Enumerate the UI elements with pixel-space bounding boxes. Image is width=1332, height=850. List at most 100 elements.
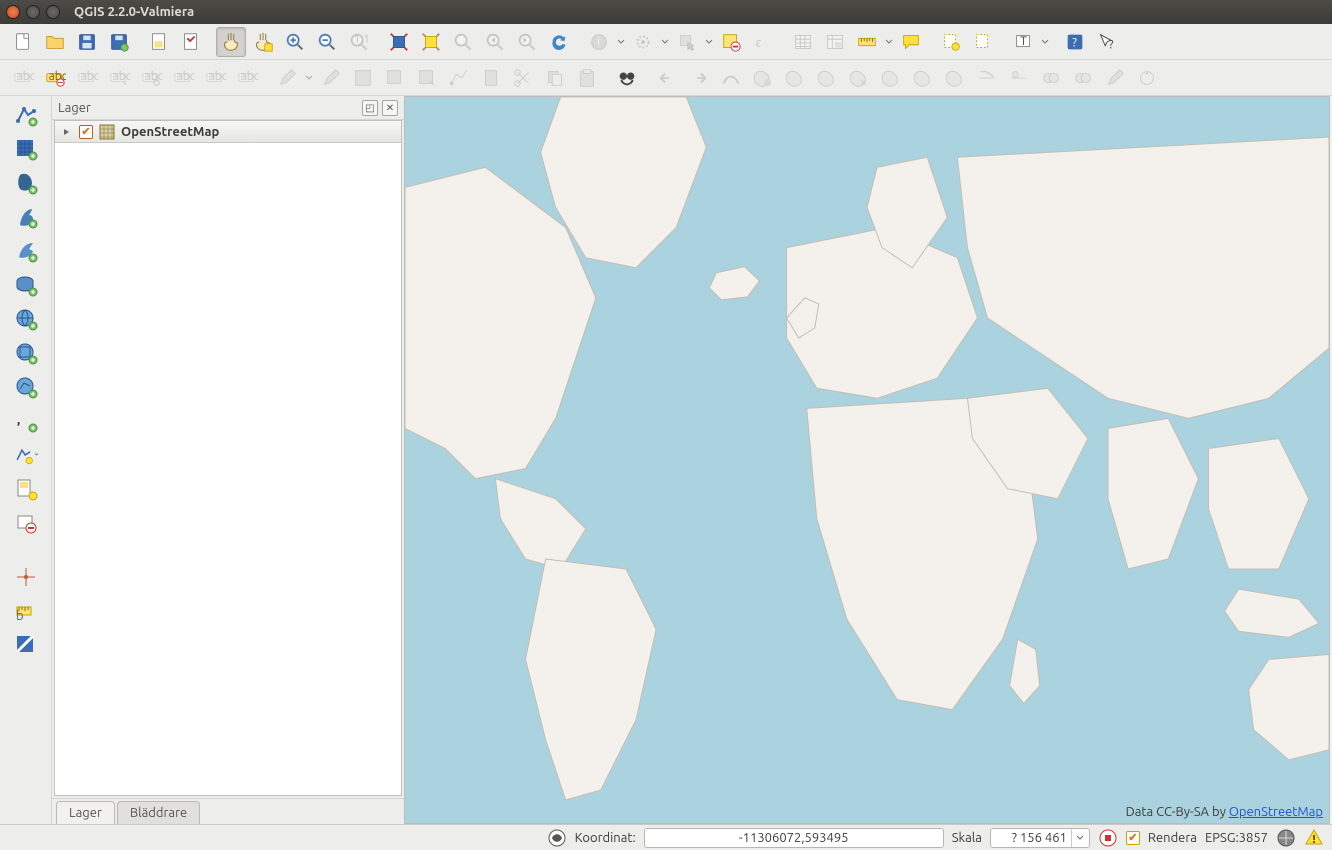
- open-project-button[interactable]: [40, 27, 70, 57]
- toggle-extents-icon[interactable]: [547, 828, 567, 848]
- tab-browser[interactable]: Bläddrare: [117, 801, 200, 824]
- paste-features-button[interactable]: [572, 63, 602, 93]
- text-annotation-button[interactable]: T: [1008, 27, 1038, 57]
- current-edits-dropdown[interactable]: [304, 74, 314, 82]
- osm-download-button[interactable]: [612, 63, 642, 93]
- composer-manager-button[interactable]: [176, 27, 206, 57]
- add-feature-button[interactable]: [380, 63, 410, 93]
- pan-map-button[interactable]: [216, 27, 246, 57]
- zoom-out-button[interactable]: [312, 27, 342, 57]
- raster-calc-button[interactable]: [9, 630, 43, 660]
- measure-dropdown[interactable]: [884, 38, 894, 46]
- layer-expand-toggle[interactable]: [61, 126, 73, 138]
- delete-ring-button[interactable]: [844, 63, 874, 93]
- layer-tree[interactable]: OpenStreetMap: [54, 120, 402, 796]
- refresh-button[interactable]: [544, 27, 574, 57]
- add-oracle-layer-button[interactable]: [9, 270, 43, 300]
- move-label-button[interactable]: abc: [168, 63, 198, 93]
- show-hide-labels-button[interactable]: abc: [136, 63, 166, 93]
- run-feature-action-button[interactable]: [628, 27, 658, 57]
- pin-labels-button[interactable]: abc: [104, 63, 134, 93]
- zoom-last-button[interactable]: [480, 27, 510, 57]
- annotation-dropdown[interactable]: [1040, 38, 1050, 46]
- new-print-composer-button[interactable]: [144, 27, 174, 57]
- delete-selected-button[interactable]: [476, 63, 506, 93]
- coordinate-capture-button[interactable]: b: [9, 596, 43, 626]
- map-tips-button[interactable]: [896, 27, 926, 57]
- change-label-button[interactable]: abc: [232, 63, 262, 93]
- zoom-full-button[interactable]: [384, 27, 414, 57]
- identify-button[interactable]: i: [584, 27, 614, 57]
- window-minimize-button[interactable]: [26, 5, 40, 19]
- coordinate-input[interactable]: [644, 828, 944, 848]
- save-project-button[interactable]: [72, 27, 102, 57]
- labeling-options-button[interactable]: abc: [40, 63, 70, 93]
- add-postgis-layer-button[interactable]: [9, 168, 43, 198]
- scale-dropdown[interactable]: [1071, 829, 1089, 847]
- zoom-next-button[interactable]: [512, 27, 542, 57]
- panel-close-button[interactable]: ✕: [382, 100, 398, 116]
- add-vector-layer-button[interactable]: [9, 100, 43, 130]
- measure-button[interactable]: [852, 27, 882, 57]
- copy-features-button[interactable]: [540, 63, 570, 93]
- layer-labeling-button[interactable]: abc: [8, 63, 38, 93]
- new-project-button[interactable]: [8, 27, 38, 57]
- layer-visibility-checkbox[interactable]: [79, 125, 93, 139]
- save-project-as-button[interactable]: [104, 27, 134, 57]
- tab-layers[interactable]: Lager: [56, 801, 115, 824]
- fill-ring-button[interactable]: [812, 63, 842, 93]
- add-part-button[interactable]: [780, 63, 810, 93]
- field-calculator-button[interactable]: [820, 27, 850, 57]
- feature-action-dropdown[interactable]: [660, 38, 670, 46]
- crs-status-icon[interactable]: [1276, 828, 1296, 848]
- add-mssql-layer-button[interactable]: [9, 236, 43, 266]
- reshape-button[interactable]: [908, 63, 938, 93]
- move-feature-button[interactable]: [412, 63, 442, 93]
- toggle-editing-button[interactable]: [316, 63, 346, 93]
- rotate-label-button[interactable]: abc: [200, 63, 230, 93]
- help-button[interactable]: ?: [1060, 27, 1090, 57]
- zoom-to-selection-button[interactable]: [416, 27, 446, 57]
- panel-undock-button[interactable]: ◰: [362, 100, 378, 116]
- remove-layer-button[interactable]: [9, 508, 43, 538]
- highlight-pinned-labels-button[interactable]: abc: [72, 63, 102, 93]
- simplify-feature-button[interactable]: [716, 63, 746, 93]
- deselect-all-button[interactable]: [716, 27, 746, 57]
- stop-render-button[interactable]: [1098, 828, 1118, 848]
- add-spatialite-layer-button[interactable]: [9, 202, 43, 232]
- rotate-point-symbols-button[interactable]: [1132, 63, 1162, 93]
- current-edits-button[interactable]: [272, 63, 302, 93]
- identify-dropdown[interactable]: [616, 38, 626, 46]
- layer-row[interactable]: OpenStreetMap: [55, 121, 401, 143]
- split-features-button[interactable]: [972, 63, 1002, 93]
- open-attribute-table-button[interactable]: [788, 27, 818, 57]
- save-layer-edits-button[interactable]: [348, 63, 378, 93]
- merge-attributes-button[interactable]: [1068, 63, 1098, 93]
- add-wfs-layer-button[interactable]: [9, 372, 43, 402]
- new-shapefile-layer-button[interactable]: [4, 440, 48, 470]
- add-raster-layer-button[interactable]: [9, 134, 43, 164]
- zoom-native-button[interactable]: 1:1: [344, 27, 374, 57]
- undo-button[interactable]: [652, 63, 682, 93]
- add-wms-layer-button[interactable]: [9, 304, 43, 334]
- offset-curve-button[interactable]: [940, 63, 970, 93]
- attribution-link[interactable]: OpenStreetMap: [1229, 805, 1323, 819]
- merge-features-button[interactable]: [1036, 63, 1066, 93]
- select-button[interactable]: [672, 27, 702, 57]
- cut-features-button[interactable]: [508, 63, 538, 93]
- add-wcs-layer-button[interactable]: [9, 338, 43, 368]
- crs-label[interactable]: EPSG:3857: [1205, 831, 1268, 845]
- window-maximize-button[interactable]: [46, 5, 60, 19]
- gps-tool-button[interactable]: [9, 562, 43, 592]
- pan-to-selection-button[interactable]: [248, 27, 278, 57]
- zoom-in-button[interactable]: [280, 27, 310, 57]
- render-checkbox[interactable]: [1126, 831, 1140, 845]
- redo-button[interactable]: [684, 63, 714, 93]
- rotate-feature-button[interactable]: [1100, 63, 1130, 93]
- whats-this-button[interactable]: ?: [1092, 27, 1122, 57]
- select-by-expression-button[interactable]: ε: [748, 27, 778, 57]
- split-parts-button[interactable]: [1004, 63, 1034, 93]
- add-delimited-text-button[interactable]: ,: [9, 406, 43, 436]
- new-bookmark-button[interactable]: [936, 27, 966, 57]
- select-dropdown[interactable]: [704, 38, 714, 46]
